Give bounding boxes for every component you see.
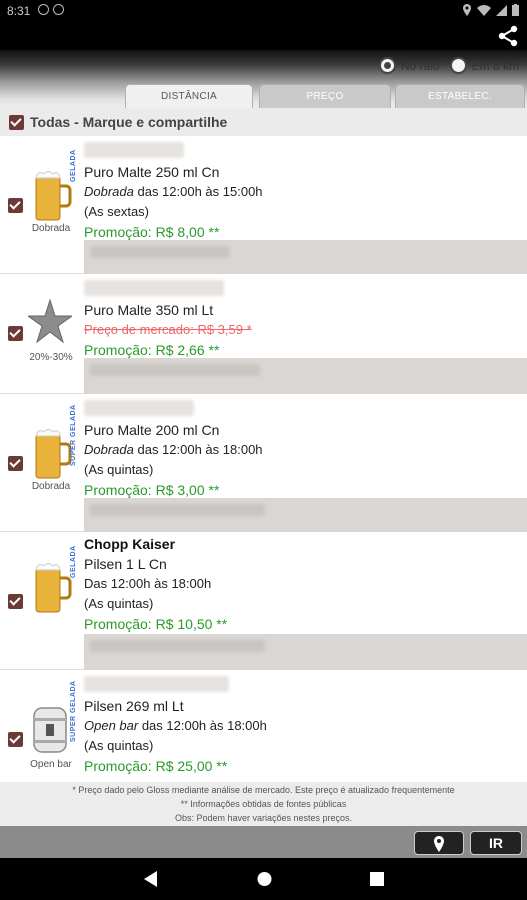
schedule-type: Dobrada [84,184,134,199]
radio-no-raio-indicator[interactable] [378,57,396,74]
store-name-blurred [84,400,194,416]
temperature-tag: GELADA [70,545,77,578]
beer-mug-icon [35,429,72,479]
temperature-tag: SUPER GELADA [70,680,77,742]
address-box[interactable] [84,240,527,274]
app-bar [0,22,527,50]
product-name: Puro Malte 250 ml Cn [84,164,220,180]
radio-no-raio[interactable]: No raio [378,57,440,74]
schedule: Dobrada das 12:00h às 15:00h [84,182,527,202]
map-button[interactable] [414,831,464,855]
days: (As quintas) [84,462,154,477]
keg-icon [33,707,67,753]
schedule-hours: das 12:00h às 18:00h [138,718,267,733]
product-name: Pilsen 269 ml Lt [84,698,184,714]
product-name: Pilsen 1 L Cn [84,556,167,572]
radio-em-8km-label: Em 8 km [471,58,519,73]
address-box[interactable] [84,358,527,394]
schedule-hours: das 12:00h às 18:00h [133,442,263,457]
radio-em-8km-indicator[interactable] [449,57,467,74]
store-name-blurred [84,142,184,158]
schedule-type: Open bar [84,718,139,733]
product-name: Puro Malte 350 ml Lt [84,302,214,318]
select-all-checkbox[interactable] [9,114,24,130]
address-box[interactable] [84,634,527,670]
footnote-3: Obs: Podem haver variações nestes preços… [174,813,353,823]
promo-list[interactable]: GELADA Dobrada Puro Malte 250 ml Cn Dobr… [0,136,527,782]
go-button[interactable]: IR [470,831,522,855]
promo-price: Promoção: R$ 10,50 ** [84,616,228,632]
item-checkbox[interactable] [8,326,23,341]
item-checkbox[interactable] [8,594,23,609]
signal-icon [496,4,507,16]
system-nav-bar [0,858,527,900]
select-all-row[interactable]: Todas - Marque e compartilhe [0,108,527,136]
list-item[interactable]: SUPER GELADA Open bar Pilsen 269 ml Lt O… [0,670,527,782]
schedule: Dobrada das 12:00h às 18:00h [84,440,527,460]
select-all-label: Todas - Marque e compartilhe [30,114,228,130]
promo-type-tag: Dobrada [31,481,71,492]
list-item[interactable]: GELADA Dobrada Puro Malte 250 ml Cn Dobr… [0,136,527,274]
address-box[interactable] [84,498,527,532]
radio-em-8km[interactable]: Em 8 km [449,57,519,74]
item-checkbox[interactable] [8,732,23,747]
tab-preco[interactable]: PREÇO [259,84,391,108]
store-name-blurred [84,280,224,296]
bottom-action-bar: IR [0,826,527,858]
schedule-hours: das 12:00h às 15:00h [133,184,263,199]
promo-price: Promoção: R$ 3,00 ** [84,482,220,498]
share-icon[interactable] [497,25,519,47]
footnotes: * Preço dado pelo Gloss mediante análise… [0,782,527,826]
promo-type-tag: Open bar [30,759,72,770]
schedule-type: Dobrada [84,442,134,457]
item-checkbox[interactable] [8,456,23,471]
temperature-tag: GELADA [70,149,77,182]
schedule: Open bar das 12:00h às 18:00h [84,716,527,736]
tab-distancia[interactable]: DISTÂNCIA [125,84,253,108]
status-bar: 8:31 [0,0,527,22]
promo-price: Promoção: R$ 2,66 ** [84,342,220,358]
schedule: Das 12:00h às 18:00h [84,576,212,591]
radio-no-raio-label: No raio [400,58,440,73]
days: (As quintas) [84,738,154,753]
store-name-blurred [84,676,229,692]
back-icon[interactable] [144,871,158,887]
days: (As quintas) [84,596,154,611]
promo-price: Promoção: R$ 8,00 ** [84,224,220,240]
brand-name: Chopp Kaiser [84,536,176,552]
tab-estabelec[interactable]: ESTABELEC. [395,84,525,108]
wifi-icon [477,4,491,16]
list-item[interactable]: 20%-30% Puro Malte 350 ml Lt Preço de me… [0,274,527,394]
recents-icon[interactable] [370,871,384,887]
days: (As sextas) [84,204,150,219]
footnote-1: * Preço dado pelo Gloss mediante análise… [72,785,455,795]
list-item[interactable]: SUPER GELADA Dobrada Puro Malte 200 ml C… [0,394,527,532]
home-icon[interactable] [257,871,272,887]
promo-type-tag: Dobrada [31,223,71,234]
market-price: Preço de mercado: R$ 3,59 * [84,322,252,337]
product-name: Puro Malte 200 ml Cn [84,422,220,438]
temperature-tag: SUPER GELADA [70,404,77,466]
discount-range-tag: 20%-30% [29,352,73,363]
status-time: 8:31 [7,4,31,18]
beer-mug-icon [35,171,72,221]
map-pin-icon [434,836,444,852]
notification-icon [38,4,49,15]
promo-price: Promoção: R$ 25,00 ** [84,758,228,774]
location-icon [463,4,471,16]
battery-icon [512,4,519,16]
list-item[interactable]: GELADA Chopp Kaiser Pilsen 1 L Cn Das 12… [0,532,527,670]
notification-icon-2 [53,4,64,15]
footnote-2: ** Informações obtidas de fontes pública… [180,799,347,809]
item-checkbox[interactable] [8,198,23,213]
star-icon [28,298,72,344]
beer-mug-icon [35,563,72,613]
